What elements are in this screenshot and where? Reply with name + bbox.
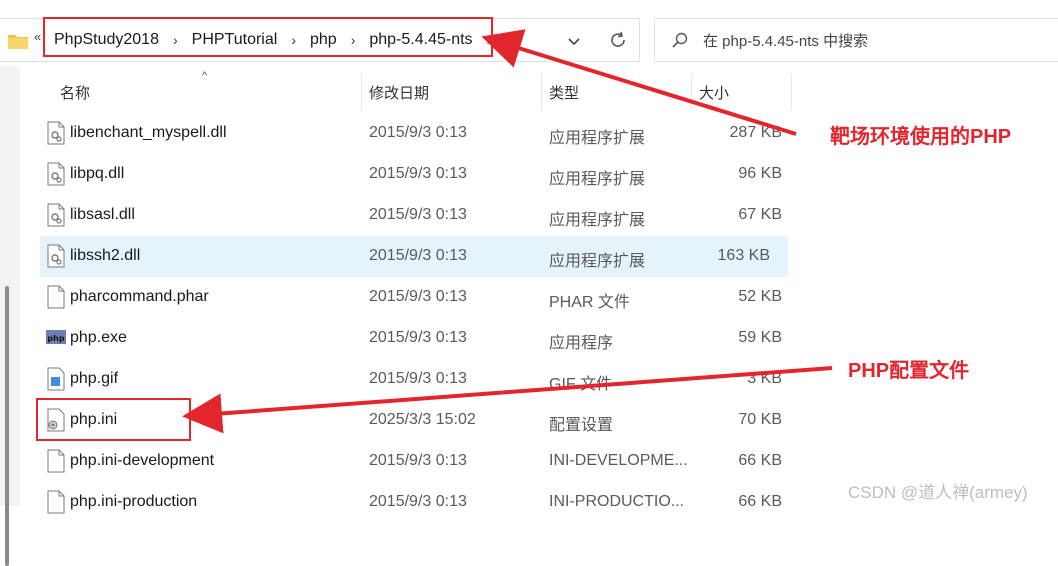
arrow-to-php-ini — [182, 366, 833, 434]
annotation-arrows — [182, 29, 833, 434]
arrow-to-address-bar — [481, 29, 797, 136]
annotation-range-php: 靶场环境使用的PHP — [830, 126, 1012, 148]
watermark: CSDN @道人禅(armey) — [848, 483, 1028, 502]
annotation-php-config: PHP配置文件 — [848, 360, 970, 382]
